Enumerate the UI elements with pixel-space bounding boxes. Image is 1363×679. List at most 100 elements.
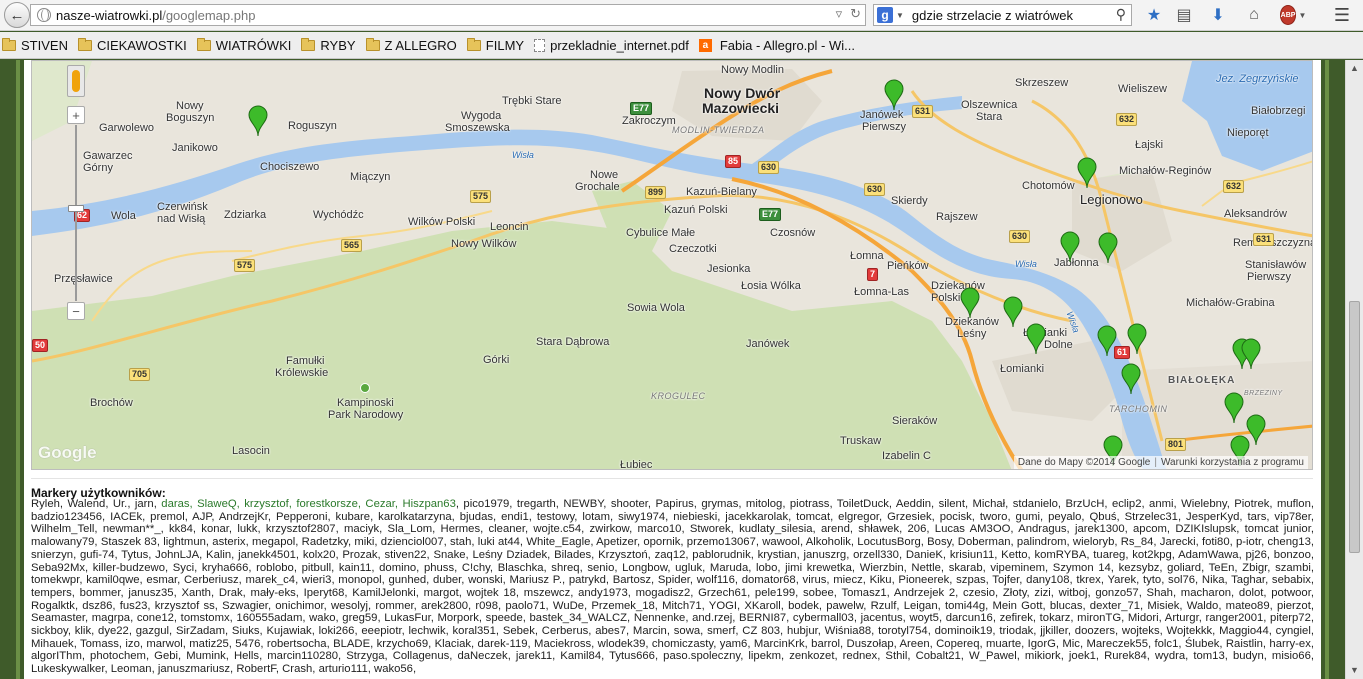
map-label: Pierwszy (1247, 271, 1292, 283)
map-marker[interactable] (1097, 325, 1117, 357)
bookmark-label: przekladnie_internet.pdf (550, 37, 689, 53)
bookmark-label: Z ALLEGRO (384, 37, 457, 53)
map-label: Wola (111, 210, 136, 222)
search-engine-dropdown-icon[interactable]: ▼ (896, 11, 904, 20)
map-label: Wisła (512, 150, 534, 160)
bookmark-star-icon[interactable]: ★ (1143, 4, 1165, 26)
map-label: Truskaw (840, 435, 882, 447)
map-label: Łajski (1135, 139, 1164, 151)
markers-users-rest: , pico1979, tregarth, NEWBY, shooter, Pa… (31, 498, 1315, 676)
map-label: Stara (976, 111, 1003, 123)
map-label: Grochale (575, 181, 620, 193)
search-input[interactable]: gdzie strzelacie z wiatrówek (912, 8, 1073, 23)
road-shield: 899 (645, 186, 667, 199)
bookmark-allegro[interactable]: a Fabia - Allegro.pl - Wi... (698, 37, 855, 53)
scrollbar-thumb[interactable] (1349, 301, 1360, 553)
bookmark-ciekawostki[interactable]: CIEKAWOSTKI (77, 37, 187, 53)
url-bar[interactable]: nasze-wiatrowki.pl/googlemap.php ▿ ↻ (30, 4, 866, 26)
map-label: KROGULEC (651, 391, 706, 401)
map-label: Białobrzegi (1251, 105, 1306, 117)
bookmark-label: WIATRÓWKI (215, 37, 292, 53)
hamburger-menu-icon[interactable]: ☰ (1331, 4, 1353, 26)
map-marker[interactable] (1003, 296, 1023, 328)
zoom-out-button[interactable]: − (67, 302, 85, 320)
zoom-slider-track[interactable] (75, 125, 77, 301)
bookmark-label: Fabia - Allegro.pl - Wi... (719, 37, 855, 53)
bookmark-stiven[interactable]: STIVEN (2, 37, 68, 53)
map-label: Łomna (850, 250, 884, 262)
back-button[interactable]: ← (4, 2, 30, 28)
google-map[interactable]: Nowy Modlin Nowy Dwór Mazowiecki Nowy Bo… (31, 60, 1313, 470)
bookmark-wiatrowki[interactable]: WIATRÓWKI (196, 37, 292, 53)
map-marker[interactable] (1241, 338, 1261, 370)
road-shield: 631 (1253, 233, 1275, 246)
map-marker[interactable] (884, 79, 904, 111)
url-path: /googlemap.php (162, 7, 256, 23)
map-label: Smoszewska (445, 122, 510, 134)
map-marker[interactable] (1060, 231, 1080, 263)
download-icon[interactable]: ⬇ (1207, 4, 1229, 26)
allegro-icon: a (698, 38, 712, 52)
street-view-pegman[interactable] (67, 65, 85, 97)
zoom-in-button[interactable]: + (67, 106, 85, 124)
map-marker[interactable] (1098, 232, 1118, 264)
bookmark-ryby[interactable]: RYBY (301, 37, 356, 53)
map-label: Przęsławice (54, 273, 113, 285)
road-shield: 801 (1165, 438, 1187, 451)
road-shield: 630 (758, 161, 780, 174)
folder-icon (196, 37, 211, 51)
page-scrollbar[interactable]: ▲ ▼ (1345, 60, 1363, 679)
road-shield: 631 (912, 105, 934, 118)
map-label: Trębki Stare (502, 95, 562, 107)
map-marker[interactable] (1077, 157, 1097, 189)
map-label: Górny (83, 162, 113, 174)
adblock-button[interactable]: ABP ▼ (1279, 4, 1306, 26)
bookmark-filmy[interactable]: FILMY (466, 37, 524, 53)
map-marker[interactable] (248, 105, 268, 137)
map-label: Zakroczym (622, 115, 676, 127)
map-marker[interactable] (1127, 323, 1147, 355)
map-label: Olszewnica (961, 99, 1018, 111)
map-label: Nowy Modlin (721, 64, 784, 76)
back-arrow-icon: ← (9, 6, 25, 24)
map-label: Kazuń Polski (664, 204, 728, 216)
map-label: Łubiec (620, 459, 653, 470)
reload-icon[interactable]: ↻ (850, 6, 861, 22)
zoom-slider-handle[interactable] (68, 205, 84, 212)
map-label: Miączyn (350, 171, 391, 183)
map-label: Park Narodowy (328, 409, 404, 421)
scroll-down-arrow-icon[interactable]: ▼ (1348, 664, 1361, 677)
bookmarks-menu-icon[interactable]: ▤ (1173, 4, 1195, 26)
road-shield: 632 (1116, 113, 1138, 126)
adblock-dropdown-icon[interactable]: ▼ (1298, 11, 1306, 20)
road-shield: 705 (129, 368, 151, 381)
browser-navbar: ← nasze-wiatrowki.pl/googlemap.php ▿ ↻ g… (0, 0, 1363, 31)
map-marker[interactable] (1224, 392, 1244, 424)
map-label: Legionowo (1080, 192, 1143, 207)
google-logo[interactable]: Google (38, 443, 97, 463)
search-icon[interactable]: ⚲ (1116, 6, 1126, 23)
map-label: Dolne (1044, 339, 1073, 351)
map-marker[interactable] (1026, 323, 1046, 355)
road-shield: E77 (759, 208, 782, 221)
map-label: Roguszyn (288, 120, 337, 132)
map-marker[interactable] (1121, 363, 1141, 395)
bookmark-pdf[interactable]: przekladnie_internet.pdf (534, 38, 689, 53)
map-label: Królewskie (275, 367, 329, 379)
search-bar[interactable]: g ▼ gdzie strzelacie z wiatrówek ⚲ (873, 4, 1132, 26)
terms-of-use-link[interactable]: Warunki korzystania z programu (1161, 457, 1304, 468)
map-label: Skrzeszew (1015, 77, 1069, 89)
map-marker[interactable] (960, 287, 980, 319)
map-label: Zdziarka (224, 209, 267, 221)
map-label: Rajszew (936, 211, 978, 223)
map-label: Chotomów (1022, 180, 1075, 192)
map-label: Michałów-Reginów (1119, 165, 1212, 177)
home-icon[interactable]: ⌂ (1243, 4, 1265, 26)
folder-icon (77, 37, 92, 51)
folder-icon (2, 37, 16, 51)
map-label: Cybulice Małe (626, 227, 696, 239)
bookmark-z-allegro[interactable]: Z ALLEGRO (365, 37, 457, 53)
dropdown-arrow-icon[interactable]: ▿ (836, 6, 843, 22)
scroll-up-arrow-icon[interactable]: ▲ (1348, 62, 1361, 75)
search-engine-icon[interactable]: g (877, 7, 893, 23)
